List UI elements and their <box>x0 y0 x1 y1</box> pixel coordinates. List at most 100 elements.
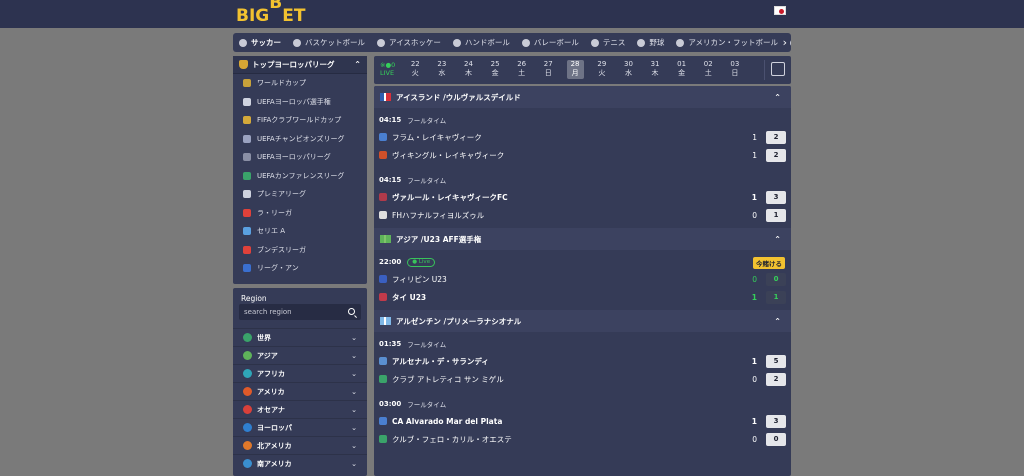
team-crest-icon <box>379 293 387 301</box>
date-tab[interactable]: 03 日 <box>722 60 749 79</box>
chevron-down-icon[interactable]: ⌄ <box>351 424 357 432</box>
score-box: 1 <box>766 208 786 222</box>
team-row[interactable]: フラム・レイキャヴィーク 1 2 <box>374 128 791 146</box>
league-logo-icon <box>243 134 251 143</box>
date-weekday: 月 <box>571 69 579 78</box>
team-row[interactable]: クルブ・フェロ・カリル・オエステ 0 0 <box>374 430 791 448</box>
date-tab[interactable]: 01 金 <box>668 60 695 79</box>
region-item[interactable]: 南アメリカ ⌄ <box>233 454 367 472</box>
league-item[interactable]: UEFAヨーロッパリーグ <box>233 148 367 167</box>
league-item[interactable]: UEFAヨーロッパ選手権 <box>233 93 367 112</box>
sport-tab[interactable]: ハンドボール <box>452 37 510 48</box>
league-item[interactable]: リーグ・アン <box>233 259 367 278</box>
region-item[interactable]: アフリカ ⌄ <box>233 364 367 382</box>
league-logo-icon <box>243 208 251 217</box>
region-item-label: アフリカ <box>257 369 285 378</box>
date-tab[interactable]: 29 火 <box>589 60 616 79</box>
league-logo-icon <box>243 116 251 125</box>
sport-tab[interactable]: アイスホッケー <box>377 37 441 48</box>
league-item[interactable]: プレミアリーグ <box>233 185 367 204</box>
chevron-down-icon[interactable]: ⌄ <box>351 460 357 468</box>
sport-tab[interactable]: バスケットボール <box>293 37 365 48</box>
match-time-row: 04:15 フールタイム <box>374 172 791 188</box>
team-row[interactable]: FHハフナルフィヨルズゥル 0 1 <box>374 206 791 224</box>
competition-header[interactable]: アルゼンチン /プリメーラナシオナル ⌃ <box>374 310 791 332</box>
match-time-row: 22:00 ● Live 今賭ける <box>374 254 791 270</box>
chevron-down-icon[interactable]: ⌄ <box>351 370 357 378</box>
region-item[interactable]: アジア ⌄ <box>233 346 367 364</box>
region-search-input[interactable] <box>244 308 344 316</box>
sport-tab[interactable]: サッカー <box>239 37 281 48</box>
date-tab[interactable]: 02 土 <box>695 60 722 79</box>
league-logo-icon <box>243 190 251 199</box>
date-tab[interactable]: 30 水 <box>615 60 642 79</box>
region-item[interactable]: オセアナ ⌄ <box>233 400 367 418</box>
league-item[interactable]: セリエ A <box>233 222 367 241</box>
basketball-icon <box>293 38 301 47</box>
sports-nav: サッカー バスケットボール アイスホッケー ハンドボール バレーボール テニス 野球 アメリカ… <box>233 33 791 52</box>
score-box: 2 <box>766 148 786 162</box>
team-row[interactable]: フィリピン U23 0 0 <box>374 270 791 288</box>
competition-header[interactable]: アジア /U23 AFF選手権 ⌃ <box>374 228 791 250</box>
calendar-icon[interactable] <box>771 62 785 76</box>
league-item[interactable]: ワールドカップ <box>233 74 367 93</box>
date-tab[interactable]: 22 火 <box>402 60 429 79</box>
competition-header[interactable]: アイスランド /ウルヴァルスデイルド ⌃ <box>374 86 791 108</box>
logo-letter: T <box>293 6 306 26</box>
chevron-up-icon[interactable]: ⌃ <box>774 93 781 102</box>
league-panel-header[interactable]: トップヨーロッパリーグ ⌃ <box>233 56 367 74</box>
search-icon[interactable] <box>348 308 355 315</box>
chevron-down-icon[interactable]: ⌄ <box>351 388 357 396</box>
sport-tab[interactable]: バン <box>790 37 791 48</box>
sport-tab[interactable]: 野球 <box>637 37 664 48</box>
date-tab[interactable]: 31 木 <box>642 60 669 79</box>
bet-now-button[interactable]: 今賭ける <box>753 257 785 269</box>
team-row[interactable]: ヴィキングル・レイキャヴィーク 1 2 <box>374 146 791 164</box>
league-item-label: ラ・リーガ <box>257 208 292 217</box>
team-row[interactable]: アルセナル・デ・サランディ 1 5 <box>374 352 791 370</box>
region-item[interactable]: 北アメリカ ⌄ <box>233 436 367 454</box>
chevron-right-icon[interactable]: › <box>783 36 787 49</box>
region-item[interactable]: アメリカ ⌄ <box>233 382 367 400</box>
league-item[interactable]: UEFAカンファレンスリーグ <box>233 167 367 186</box>
match-status: フールタイム <box>407 341 447 349</box>
chevron-down-icon[interactable]: ⌄ <box>351 334 357 342</box>
region-globe-icon <box>243 459 252 468</box>
team-name: タイ U23 <box>392 292 427 302</box>
bigbet-logo[interactable]: B I G B E T <box>236 0 306 26</box>
league-item[interactable]: FIFAクラブワールドカップ <box>233 111 367 130</box>
sport-tab[interactable]: テニス <box>590 37 625 48</box>
team-row[interactable]: タイ U23 1 1 <box>374 288 791 306</box>
chevron-up-icon[interactable]: ⌃ <box>774 235 781 244</box>
league-item[interactable]: ラ・リーガ <box>233 204 367 223</box>
chevron-down-icon[interactable]: ⌄ <box>351 352 357 360</box>
sport-tab[interactable]: アメリカン・フットボール <box>676 37 778 48</box>
language-flag-icon[interactable] <box>774 6 786 15</box>
region-item[interactable]: ヨーロッパ ⌄ <box>233 418 367 436</box>
date-tab[interactable]: 26 土 <box>508 60 535 79</box>
league-item[interactable]: UEFAチャンピオンズリーグ <box>233 130 367 149</box>
date-weekday: 金 <box>678 69 686 78</box>
date-tab[interactable]: 24 木 <box>455 60 482 79</box>
region-item[interactable]: 世界 ⌄ <box>233 328 367 346</box>
chevron-down-icon[interactable]: ⌄ <box>351 442 357 450</box>
sport-tab[interactable]: バレーボール <box>521 37 579 48</box>
region-item-label: アジア <box>257 351 278 360</box>
competition-title: アジア /U23 AFF選手権 <box>396 234 482 244</box>
team-row[interactable]: クラブ アトレティコ サン ミゲル 0 2 <box>374 370 791 388</box>
date-tab[interactable]: 27 日 <box>535 60 562 79</box>
date-tab[interactable]: 28 月 <box>566 60 584 79</box>
team-row[interactable]: ヴァルール・レイキャヴィークFC 1 3 <box>374 188 791 206</box>
league-item[interactable]: ブンデスリーガ <box>233 241 367 260</box>
match-time-row: 03:00 フールタイム <box>374 396 791 412</box>
chevron-up-icon[interactable]: ⌃ <box>354 60 361 69</box>
date-tab[interactable]: 23 水 <box>429 60 456 79</box>
chevron-up-icon[interactable]: ⌃ <box>774 317 781 326</box>
chevron-down-icon[interactable]: ⌄ <box>351 406 357 414</box>
date-tab[interactable]: 25 金 <box>482 60 509 79</box>
region-globe-icon <box>243 405 252 414</box>
team-row[interactable]: CA Alvarado Mar del Plata 1 3 <box>374 412 791 430</box>
live-filter[interactable]: ※●0 LIVE <box>380 61 395 78</box>
league-logo-icon <box>243 153 251 162</box>
